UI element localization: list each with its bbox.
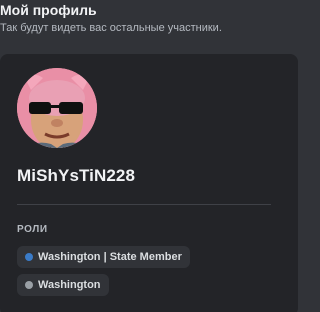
page-title: Мой профиль — [0, 2, 97, 18]
profile-card: MiShYsTiN228 РОЛИ Washington | State Mem… — [0, 54, 298, 312]
role-name: Washington | State Member — [38, 251, 182, 263]
roles-heading: РОЛИ — [17, 224, 48, 235]
role-color-dot — [25, 253, 33, 261]
role-name: Washington — [38, 279, 101, 291]
username: MiShYsTiN228 — [17, 166, 136, 185]
role-color-dot — [25, 281, 33, 289]
role-pill[interactable]: Washington — [17, 274, 109, 296]
role-pill[interactable]: Washington | State Member — [17, 246, 190, 268]
page-subtitle: Так будут видеть вас остальные участники… — [0, 22, 222, 34]
divider — [17, 204, 271, 205]
avatar[interactable] — [17, 68, 97, 148]
profile-page: Мой профиль Так будут видеть вас остальн… — [0, 0, 302, 312]
avatar-pig-icon — [17, 68, 97, 148]
